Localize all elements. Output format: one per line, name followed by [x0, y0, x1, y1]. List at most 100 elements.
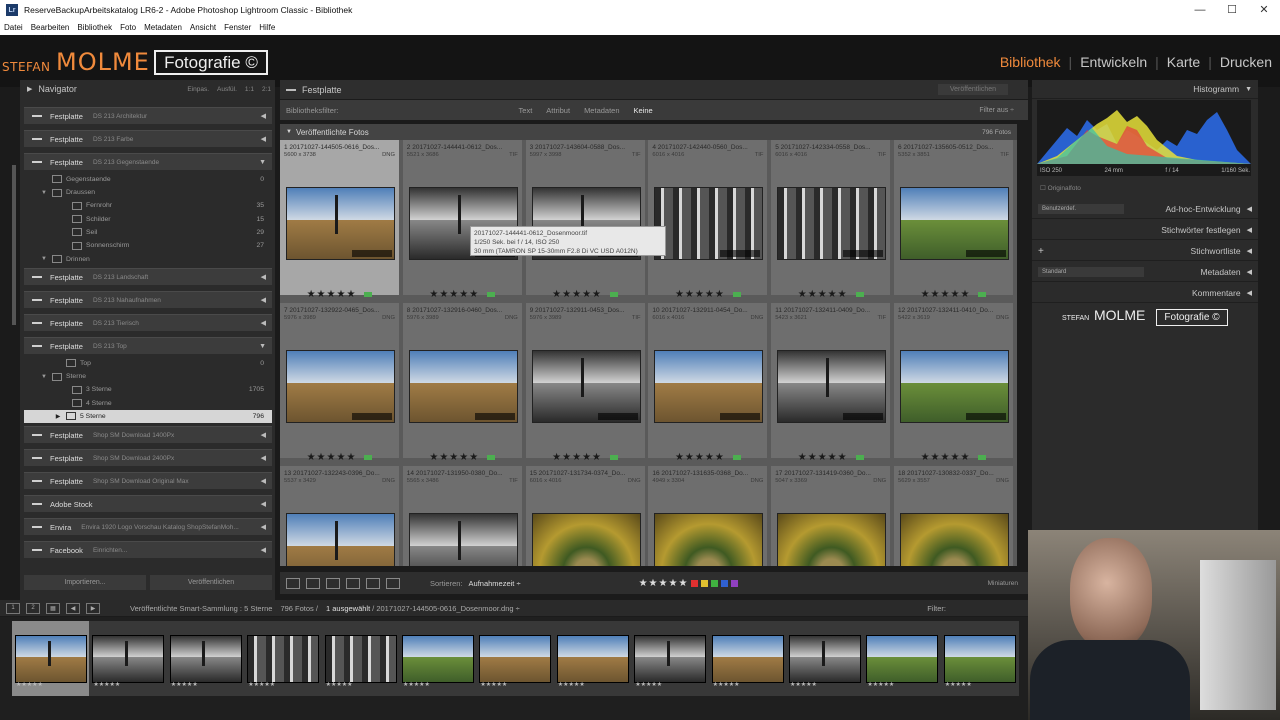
filmstrip-thumbnail[interactable]	[866, 635, 939, 683]
grid-cell[interactable]: 18 20171027-130832-0337_Do... 5629 x 3557…	[894, 466, 1015, 566]
expand-triangle-icon[interactable]: ▼	[40, 256, 48, 262]
collection-item[interactable]: ▶ 5 Sterne 796	[24, 410, 272, 423]
collapse-triangle-icon[interactable]: ◀	[261, 135, 266, 143]
original-photo-checkbox[interactable]: ☐ Originalfoto	[1040, 184, 1081, 192]
keywording-header[interactable]: Stichwörter festlegen ◀	[1032, 221, 1258, 240]
publish-service-5[interactable]: Festplatte DS 213 Tierisch ◀	[24, 314, 272, 331]
photo-thumbnail[interactable]	[777, 513, 887, 566]
star-rating[interactable]: ★★★★★	[894, 452, 1013, 463]
menu-metadaten[interactable]: Metadaten	[140, 23, 186, 32]
collapse-triangle-icon[interactable]: ◀	[261, 500, 266, 508]
color-label-green[interactable]	[711, 579, 719, 587]
compare-view-icon[interactable]	[326, 577, 340, 589]
minimize-button[interactable]: —	[1184, 0, 1216, 20]
grid-cell[interactable]: 8 20171027-132916-0460_Dos... 5976 x 3989…	[402, 303, 524, 463]
filter-text[interactable]: Text	[519, 106, 533, 115]
quick-develop-header[interactable]: Benutzerdef. Ad-hoc-Entwicklung ◀	[1032, 200, 1258, 219]
star-rating[interactable]: ★★★★★	[648, 452, 767, 463]
filmstrip-source[interactable]: Veröffentlichte Smart-Sammlung : 5 Stern…	[130, 604, 272, 613]
menu-datei[interactable]: Datei	[0, 23, 27, 32]
publish-service-4[interactable]: Festplatte DS 213 Nahaufnahmen ◀	[24, 291, 272, 308]
photo-thumbnail[interactable]	[777, 350, 887, 423]
photo-thumbnail[interactable]	[777, 187, 887, 260]
collapse-triangle-icon[interactable]: ◀	[261, 454, 266, 462]
star-rating[interactable]: ★★★★★	[403, 289, 522, 300]
star-rating[interactable]: ★★★★★	[403, 452, 522, 463]
collection-item[interactable]: Top 0	[24, 357, 272, 370]
publish-service-7[interactable]: Festplatte Shop SM Download 1400Px ◀	[24, 426, 272, 443]
collapse-triangle-icon[interactable]: ◀	[1247, 289, 1252, 297]
star-rating[interactable]: ★★★★★	[526, 452, 645, 463]
grid-cell[interactable]: 6 20171027-135605-0512_Dos... 5352 x 3851…	[894, 140, 1015, 300]
collapse-triangle-icon[interactable]: ◀	[1247, 226, 1252, 234]
publish-button[interactable]: Veröffentlichen	[150, 575, 272, 590]
grid-view-icon[interactable]	[286, 577, 300, 589]
filmstrip-thumbnail[interactable]	[92, 635, 165, 683]
collapse-triangle-icon[interactable]: ◀	[261, 112, 266, 120]
grid-cell[interactable]: 3 20171027-143604-0588_Dos... 5997 x 3998…	[525, 140, 647, 300]
collapse-triangle-icon[interactable]: ▶	[27, 85, 32, 93]
collapse-triangle-icon[interactable]: ▼	[1245, 86, 1252, 93]
grid-cell[interactable]: 16 20171027-131635-0368_Do... 4949 x 3304…	[648, 466, 770, 566]
metadata-header[interactable]: Standard Metadaten ◀	[1032, 263, 1258, 282]
publish-service-12[interactable]: Facebook Einrichten... ◀	[24, 541, 272, 558]
collection-item[interactable]: Schilder 15	[24, 213, 272, 226]
filmstrip-thumbnail[interactable]	[634, 635, 707, 683]
publish-service-3[interactable]: Festplatte DS 213 Landschaft ◀	[24, 268, 272, 285]
photo-thumbnail[interactable]	[654, 350, 764, 423]
collapse-triangle-icon[interactable]: ◀	[1247, 247, 1252, 255]
collapse-triangle-icon[interactable]: ◀	[261, 273, 266, 281]
main-window-button[interactable]: 1	[6, 602, 20, 614]
filmstrip-thumbnail[interactable]	[402, 635, 474, 683]
painter-icon[interactable]	[386, 577, 400, 589]
grid-cell[interactable]: 9 20171027-132911-0453_Dos... 5976 x 3989…	[525, 303, 647, 463]
module-drucken[interactable]: Drucken	[1220, 54, 1272, 70]
filmstrip-thumbnail[interactable]	[789, 635, 861, 683]
grid-cell[interactable]: 5 20171027-142334-0558_Dos... 6016 x 4016…	[771, 140, 893, 300]
publish-service-8[interactable]: Festplatte Shop SM Download 2400Px ◀	[24, 449, 272, 466]
histogram-header[interactable]: Histogramm ▼	[1032, 80, 1258, 99]
grid-cell[interactable]: 2 20171027-144441-0612_Dos... 5521 x 3686…	[402, 140, 524, 300]
expand-triangle-icon[interactable]: ▶	[54, 413, 62, 420]
collapse-triangle-icon[interactable]: ◀	[1247, 268, 1252, 276]
grid-cell[interactable]: 1 20171027-144505-0616_Dos... 5600 x 3738…	[280, 140, 401, 300]
publish-service-6[interactable]: Festplatte DS 213 Top ▼	[24, 337, 272, 354]
forward-arrow-icon[interactable]: ▶	[86, 602, 100, 614]
filmstrip-thumbnail[interactable]	[169, 635, 242, 683]
filmstrip-thumbnail[interactable]	[247, 635, 320, 683]
grid-cell[interactable]: 7 20171027-132922-0465_Dos... 5976 x 3989…	[280, 303, 401, 463]
color-label-yellow[interactable]	[701, 579, 709, 587]
collapse-triangle-icon[interactable]: ▼	[259, 159, 266, 166]
filter-none[interactable]: Keine	[634, 106, 653, 115]
color-label-purple[interactable]	[731, 579, 739, 587]
expand-triangle-icon[interactable]: ▼	[40, 374, 48, 380]
keyword-list-header[interactable]: + Stichwortliste ◀	[1032, 242, 1258, 261]
import-button[interactable]: Importieren...	[24, 575, 146, 590]
photo-thumbnail[interactable]	[654, 187, 764, 260]
star-rating[interactable]: ★★★★★	[894, 289, 1013, 300]
menu-foto[interactable]: Foto	[116, 23, 140, 32]
menu-bearbeiten[interactable]: Bearbeiten	[27, 23, 74, 32]
photo-thumbnail[interactable]	[286, 513, 395, 566]
second-window-button[interactable]: 2	[26, 602, 40, 614]
photo-thumbnail[interactable]	[408, 513, 518, 566]
star-rating[interactable]: ★★★★★	[526, 289, 645, 300]
filter-attribute[interactable]: Attribut	[546, 106, 570, 115]
photo-thumbnail[interactable]	[900, 187, 1009, 260]
people-view-icon[interactable]	[366, 577, 380, 589]
comments-header[interactable]: Kommentare ◀	[1032, 284, 1258, 303]
grid-cell[interactable]: 17 20171027-131419-0360_Do... 5047 x 3369…	[771, 466, 893, 566]
photo-thumbnail[interactable]	[286, 350, 395, 423]
color-label-red[interactable]	[691, 579, 699, 587]
photo-thumbnail[interactable]	[408, 350, 518, 423]
zoom-fill[interactable]: Ausfül.	[217, 86, 237, 93]
collapse-triangle-icon[interactable]: ◀	[261, 523, 266, 531]
collection-item[interactable]: Sonnenschirm 27	[24, 240, 272, 253]
filmstrip-thumbnail[interactable]	[943, 635, 1016, 683]
photo-thumbnail[interactable]	[531, 350, 641, 423]
photo-thumbnail[interactable]	[900, 350, 1009, 423]
add-keyword-icon[interactable]: +	[1038, 246, 1044, 257]
module-entwickeln[interactable]: Entwickeln	[1080, 54, 1147, 70]
collection-item[interactable]: ▼ Sterne	[24, 370, 272, 383]
zoom-2-1[interactable]: 2:1	[262, 86, 271, 93]
